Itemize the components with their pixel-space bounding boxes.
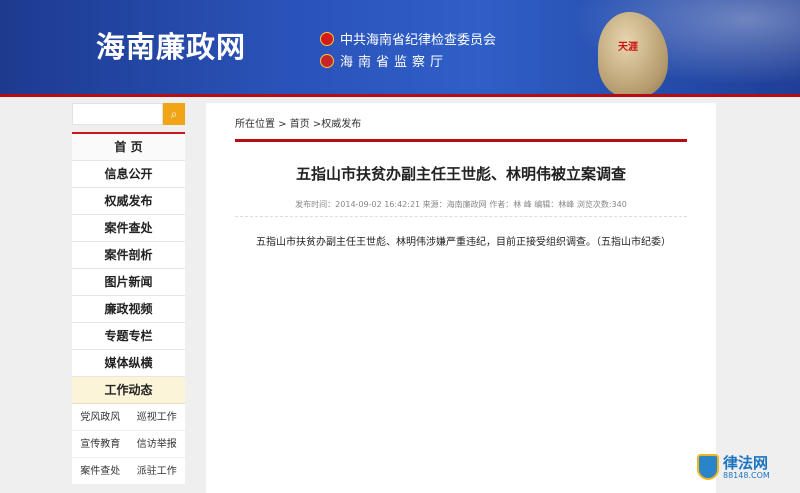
sky-glow <box>540 0 800 94</box>
nav-item-media[interactable]: 媒体纵横 <box>72 350 185 377</box>
nav-item-official-release[interactable]: 权威发布 <box>72 188 185 215</box>
work-updates-grid: 党风政风 巡视工作 宣传教育 信访举报 案件查处 派驻工作 <box>72 404 185 485</box>
search-box: ⌕ <box>72 103 185 125</box>
sidebar-nav: 首 页 信息公开 权威发布 案件查处 案件剖析 图片新闻 廉政视频 专题专栏 媒… <box>72 132 185 485</box>
work-item-inspection[interactable]: 巡视工作 <box>128 404 185 431</box>
nav-item-photo-news[interactable]: 图片新闻 <box>72 269 185 296</box>
watermark-url: 88148.COM <box>723 470 770 480</box>
org-name-1: 中共海南省纪律检查委员会 <box>340 33 497 48</box>
org-line-1: 中共海南省纪律检查委员会 <box>320 29 496 48</box>
nav-item-integrity-video[interactable]: 廉政视频 <box>72 296 185 323</box>
nav-item-info-disclosure[interactable]: 信息公开 <box>72 161 185 188</box>
site-header: 海南廉政网 中共海南省纪律检查委员会 海南省监察厅 天涯 <box>0 0 800 97</box>
nav-item-case-investigation[interactable]: 案件查处 <box>72 215 185 242</box>
search-input[interactable] <box>72 103 163 125</box>
sidebar: ⌕ 首 页 信息公开 权威发布 案件查处 案件剖析 图片新闻 廉政视频 专题专栏… <box>72 103 185 485</box>
work-item-case-handling[interactable]: 案件查处 <box>72 458 129 485</box>
org-line-2: 海南省监察厅 <box>320 51 448 70</box>
article-body: 五指山市扶贫办副主任王世彪、林明伟涉嫌严重违纪，目前正接受组织调查。（五指山市纪… <box>256 237 671 248</box>
rock-inscription: 天涯 <box>618 42 638 53</box>
search-icon: ⌕ <box>170 106 178 121</box>
party-emblem-icon <box>320 32 334 46</box>
article-meta: 发布时间：2014-09-02 16:42:21 来源：海南廉政网 作者：林 峰… <box>295 200 627 209</box>
org-name-2: 海南省监察厅 <box>340 55 449 70</box>
nav-item-special-topics[interactable]: 专题专栏 <box>72 323 185 350</box>
breadcrumb[interactable]: 所在位置 > 首页 >权威发布 <box>235 115 361 130</box>
article-panel: 所在位置 > 首页 >权威发布 五指山市扶贫办副主任王世彪、林明伟被立案调查 发… <box>206 103 716 493</box>
watermark-logo: 律法网 88148.COM <box>697 449 791 485</box>
site-title[interactable]: 海南廉政网 <box>96 24 246 66</box>
search-button[interactable]: ⌕ <box>163 103 185 125</box>
work-item-publicity[interactable]: 宣传教育 <box>72 431 129 458</box>
work-item-petitions[interactable]: 信访举报 <box>128 431 185 458</box>
nav-item-home[interactable]: 首 页 <box>72 134 185 161</box>
work-item-party-style[interactable]: 党风政风 <box>72 404 129 431</box>
work-updates-header[interactable]: 工作动态 <box>72 377 185 404</box>
nav-item-case-analysis[interactable]: 案件剖析 <box>72 242 185 269</box>
title-divider <box>235 139 687 142</box>
work-item-stationed[interactable]: 派驻工作 <box>128 458 185 485</box>
watermark-text: 律法网 88148.COM <box>723 455 770 480</box>
shield-icon <box>697 454 719 480</box>
meta-divider <box>235 216 687 217</box>
watermark-name: 律法网 <box>723 453 769 472</box>
article-title: 五指山市扶贫办副主任王世彪、林明伟被立案调查 <box>295 165 626 183</box>
national-emblem-icon <box>320 54 334 68</box>
